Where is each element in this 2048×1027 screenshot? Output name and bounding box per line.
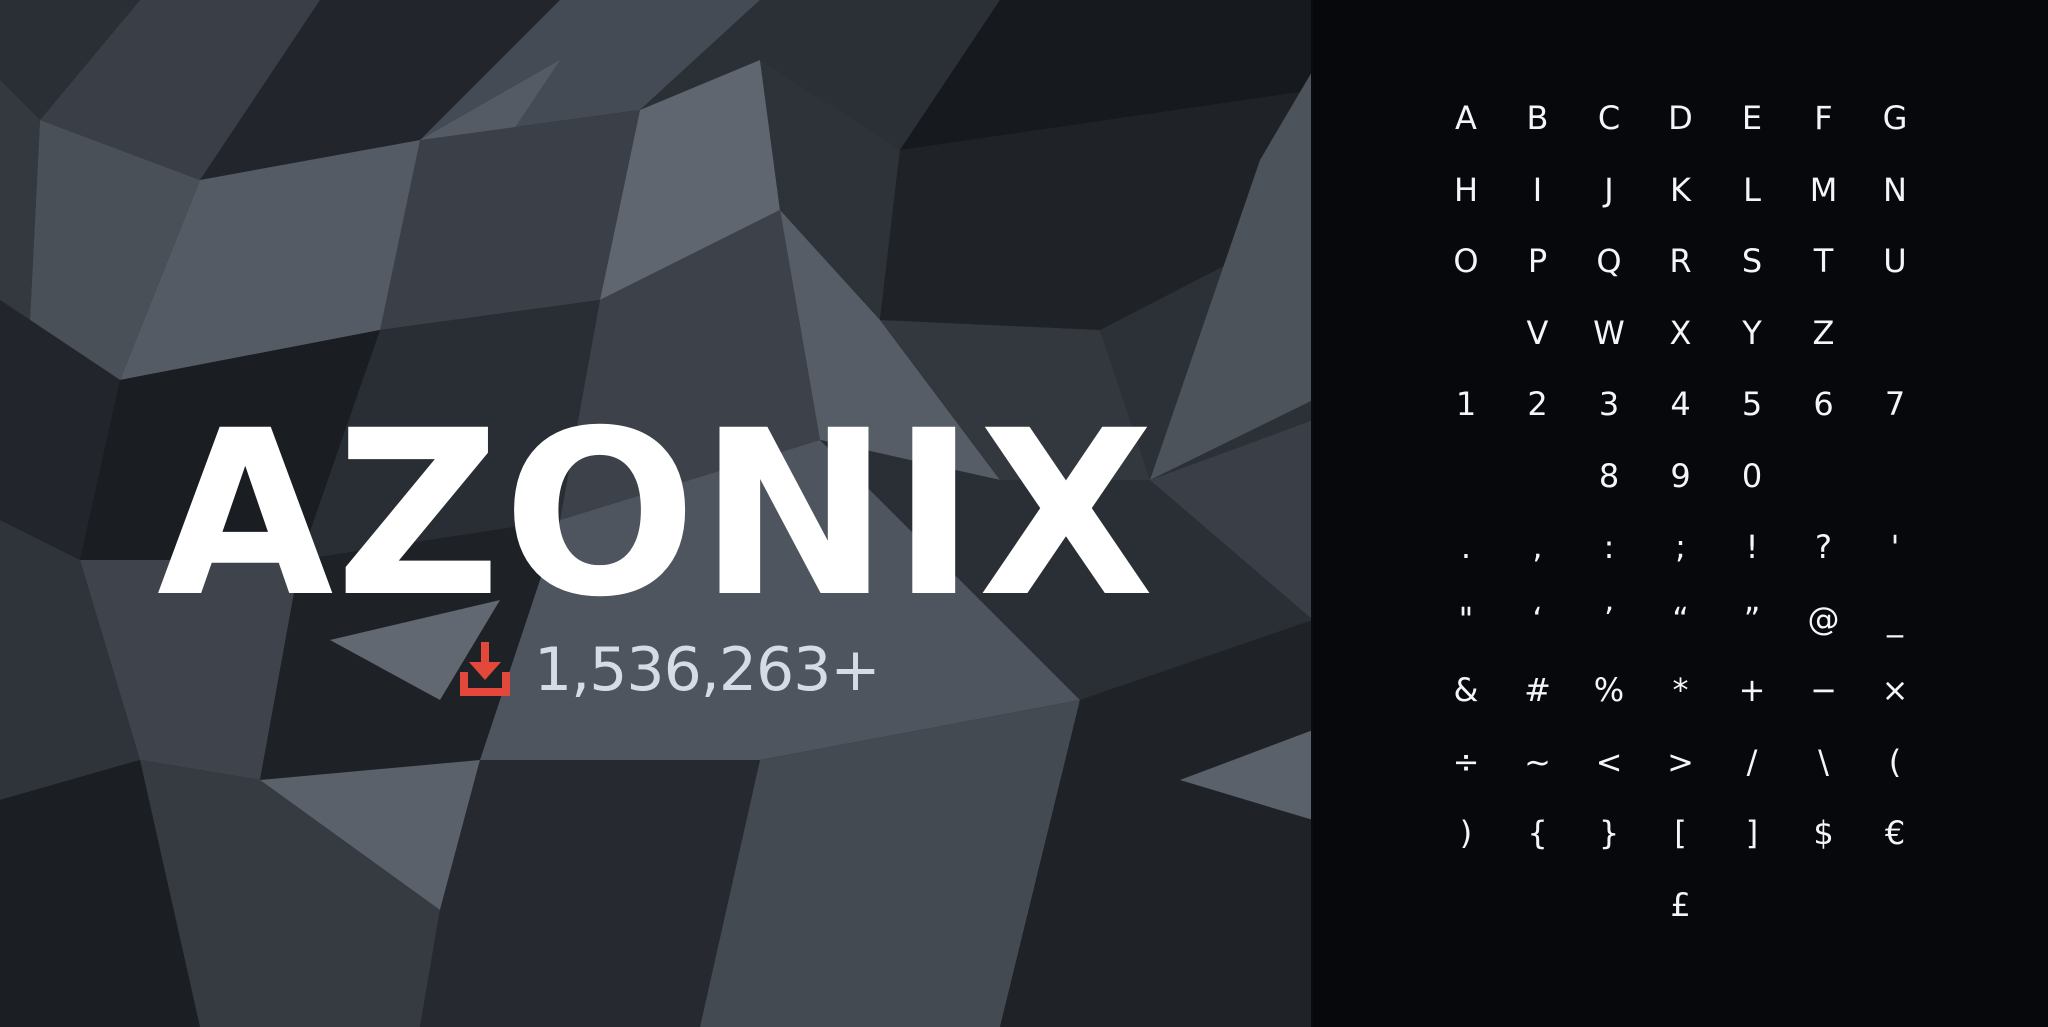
- glyph-character: <: [1595, 742, 1623, 781]
- glyph-character: 1: [1455, 385, 1477, 423]
- glyph-row: 1 2 3 4 5 6 7: [1313, 388, 2048, 420]
- glyph-character: ”: [1743, 599, 1761, 638]
- glyph-character: ": [1458, 599, 1474, 638]
- glyph-character: $: [1813, 814, 1834, 852]
- glyph-row: A B C D E F G: [1313, 102, 2048, 134]
- glyph-row: O P Q R S T U: [1313, 245, 2048, 277]
- glyph-character: F: [1814, 99, 1833, 137]
- glyph-character: ': [1890, 528, 1900, 566]
- glyph-character: /: [1746, 742, 1758, 781]
- glyph-character: ): [1459, 814, 1473, 852]
- glyph-character: P: [1527, 242, 1548, 280]
- glyph-row: ÷ ~ < > / \(: [1313, 746, 2048, 778]
- glyph-character: 9: [1670, 456, 1691, 495]
- glyph-character: *: [1672, 671, 1689, 709]
- glyph-character: D: [1668, 99, 1693, 137]
- glyph-character: &: [1453, 671, 1479, 709]
- glyph-character: Y: [1742, 313, 1762, 352]
- glyph-character: 4: [1670, 385, 1691, 423]
- glyph-character: T: [1813, 242, 1834, 280]
- glyph-character: ’: [1603, 599, 1615, 638]
- download-icon: [460, 642, 510, 696]
- glyph-character: M: [1809, 170, 1838, 209]
- glyph-character: ‘: [1532, 599, 1543, 638]
- glyph-character: +: [1738, 671, 1766, 709]
- glyph-character: ×: [1881, 671, 1909, 709]
- glyph-character: \: [1818, 742, 1829, 781]
- glyph-character: B: [1526, 99, 1549, 137]
- glyph-character: Q: [1596, 242, 1622, 280]
- glyph-character: 8: [1598, 456, 1620, 495]
- glyph-character: 3: [1598, 385, 1620, 423]
- glyph-character: !: [1745, 528, 1759, 566]
- glyph-row: 890: [1313, 460, 2048, 492]
- glyph-row: HIJKLMN: [1313, 174, 2048, 206]
- glyph-row: ) {} [] $ €: [1313, 817, 2048, 849]
- glyph-character: {: [1527, 814, 1548, 852]
- glyph-character: 2: [1527, 385, 1548, 423]
- font-name-title: AZONIX: [156, 381, 1157, 647]
- glyph-character: 6: [1813, 385, 1834, 423]
- glyph-character: N: [1883, 170, 1907, 209]
- glyph-character: ,: [1532, 528, 1543, 566]
- glyph-character: }: [1598, 814, 1620, 852]
- glyph-character: ÷: [1452, 742, 1480, 781]
- glyph-character: −: [1810, 671, 1837, 709]
- glyph-character: V: [1526, 313, 1549, 352]
- glyph-row: .,:;!? ': [1313, 531, 2048, 563]
- glyph-character: I: [1532, 170, 1543, 209]
- download-count: 1,536,263+: [534, 635, 881, 705]
- glyph-character: £: [1670, 885, 1691, 924]
- glyph-character: A: [1455, 99, 1477, 137]
- glyph-character: %: [1593, 671, 1625, 709]
- glyph-character: R: [1669, 242, 1692, 280]
- glyph-character: X: [1669, 313, 1692, 352]
- glyph-character: _: [1887, 599, 1903, 638]
- glyph-character: :: [1603, 528, 1615, 566]
- glyph-character: [: [1674, 814, 1687, 852]
- glyph-character: J: [1604, 170, 1614, 209]
- glyph-character: #: [1524, 671, 1551, 709]
- glyph-character: K: [1670, 170, 1691, 209]
- glyph-row: VWXYZ: [1313, 317, 2048, 349]
- glyph-character: ;: [1675, 528, 1686, 566]
- glyph-character: ?: [1815, 528, 1832, 566]
- glyph-character: G: [1882, 99, 1908, 137]
- glyph-character: S: [1741, 242, 1763, 280]
- glyph-row: " ‘’ “” @ _: [1313, 603, 2048, 635]
- glyph-row: £: [1313, 889, 2048, 921]
- glyph-row: & #% * + − ×: [1313, 674, 2048, 706]
- hero-panel: AZONIX 1,536,263+: [0, 0, 1313, 1027]
- glyph-character: E: [1741, 99, 1763, 137]
- glyph-character: L: [1743, 170, 1761, 209]
- glyph-character: Z: [1812, 313, 1835, 352]
- glyph-character: U: [1883, 242, 1907, 280]
- download-counter: 1,536,263+: [458, 635, 881, 705]
- glyph-character: O: [1453, 242, 1479, 280]
- glyph-character: ~: [1524, 742, 1551, 781]
- glyph-panel: A B C D E F G H I J K L M N O P Q R S T U V W X Y Z 1 2 3 4 5 6 7 8 9 0.,:;…: [1313, 0, 2048, 1027]
- glyph-character: 5: [1741, 385, 1763, 423]
- glyph-character: 0: [1741, 456, 1763, 495]
- glyph-character: ]: [1745, 814, 1759, 852]
- glyph-character: >: [1667, 742, 1694, 781]
- glyph-character: (: [1888, 742, 1902, 781]
- glyph-character: W: [1593, 313, 1625, 352]
- glyph-character: €: [1884, 814, 1906, 852]
- glyph-character: C: [1597, 99, 1621, 137]
- glyph-character: 7: [1884, 385, 1906, 423]
- glyph-character: “: [1672, 599, 1689, 638]
- glyph-character: @: [1807, 599, 1840, 638]
- glyph-character: .: [1460, 528, 1472, 566]
- glyph-character: H: [1453, 170, 1479, 209]
